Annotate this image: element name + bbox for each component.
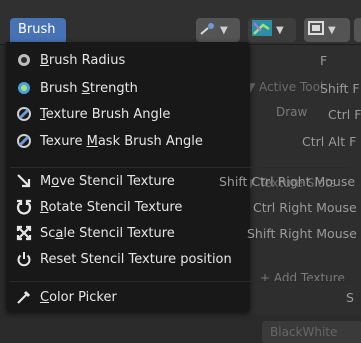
stencil-brush-button[interactable]: ▼ bbox=[196, 18, 240, 42]
view-mode-icon bbox=[307, 20, 325, 40]
chevron-down-icon: ▼ bbox=[328, 24, 336, 36]
menu-item-move-stencil[interactable]: Move Stencil Texture Shift Ctrl Right Mo… bbox=[0, 169, 355, 193]
stencil-brush-icon bbox=[199, 20, 217, 40]
menu-item-label: Rotate Stencil Texture bbox=[40, 199, 183, 215]
texture-angle-icon bbox=[16, 106, 32, 122]
texture-paint-mode-button[interactable]: ▼ bbox=[248, 18, 296, 42]
power-icon bbox=[16, 251, 32, 267]
menu-item-scale-stencil[interactable]: Scale Stencil Texture Shift Right Mouse bbox=[0, 221, 357, 245]
menu-separator bbox=[10, 167, 350, 168]
texture-paint-mode-icon bbox=[251, 19, 273, 41]
menu-item-rotate-stencil[interactable]: Rotate Stencil Texture Ctrl Right Mouse bbox=[0, 195, 357, 219]
move-arrow-icon bbox=[16, 173, 32, 189]
header-overflow-button[interactable] bbox=[354, 18, 361, 42]
menu-item-mask-brush-angle[interactable]: Texure Mask Brush Angle Ctrl Alt F bbox=[0, 129, 357, 153]
mask-angle-icon bbox=[16, 133, 32, 149]
menu-item-label: Reset Stencil Texture position bbox=[40, 251, 232, 267]
brush-menu-tab[interactable]: Brush bbox=[10, 18, 66, 42]
menu-item-color-picker[interactable]: Color Picker S bbox=[0, 285, 355, 309]
menu-item-shortcut: Ctrl Alt F bbox=[302, 133, 357, 149]
menu-item-shortcut: F bbox=[320, 52, 328, 68]
radio-dot-icon bbox=[16, 52, 32, 68]
menu-item-label: Brush Radius bbox=[40, 52, 126, 68]
menu-item-shortcut: Ctrl Right Mouse bbox=[253, 199, 357, 215]
rotate-icon bbox=[16, 199, 32, 215]
menu-item-shortcut: Shift Ctrl Right Mouse bbox=[219, 173, 356, 189]
menu-item-shortcut: Shift Right Mouse bbox=[247, 225, 357, 241]
header-bar: Brush ▼ ▼ ▼ bbox=[0, 0, 361, 45]
menu-item-brush-radius[interactable]: Brush Radius F bbox=[0, 48, 355, 72]
menu-item-label: Texture Brush Angle bbox=[40, 106, 171, 122]
strength-dot-icon bbox=[16, 80, 32, 96]
eyedropper-icon bbox=[16, 289, 32, 305]
menu-item-shortcut: Shift F bbox=[320, 80, 360, 96]
menu-item-reset-stencil[interactable]: Reset Stencil Texture position bbox=[0, 247, 355, 271]
menu-item-label: Brush Strength bbox=[40, 80, 138, 96]
menu-separator bbox=[10, 281, 350, 282]
menu-item-brush-strength[interactable]: Brush Strength Shift F bbox=[0, 76, 360, 100]
scale-icon bbox=[16, 225, 32, 241]
view-mode-button[interactable]: ▼ bbox=[304, 18, 350, 42]
image-texture-selector[interactable]: BlackWhite bbox=[262, 321, 361, 343]
menu-item-label: Scale Stencil Texture bbox=[40, 225, 175, 241]
menu-item-label: Color Picker bbox=[40, 289, 117, 305]
chevron-down-icon: ▼ bbox=[276, 24, 284, 36]
menu-item-texture-brush-angle[interactable]: Texture Brush Angle Ctrl F bbox=[0, 102, 361, 126]
menu-item-shortcut: Ctrl F bbox=[328, 106, 361, 122]
menu-item-label: Move Stencil Texture bbox=[40, 173, 175, 189]
menu-item-shortcut: S bbox=[346, 289, 354, 305]
chevron-down-icon: ▼ bbox=[220, 24, 228, 36]
menu-item-label: Texure Mask Brush Angle bbox=[40, 133, 203, 149]
